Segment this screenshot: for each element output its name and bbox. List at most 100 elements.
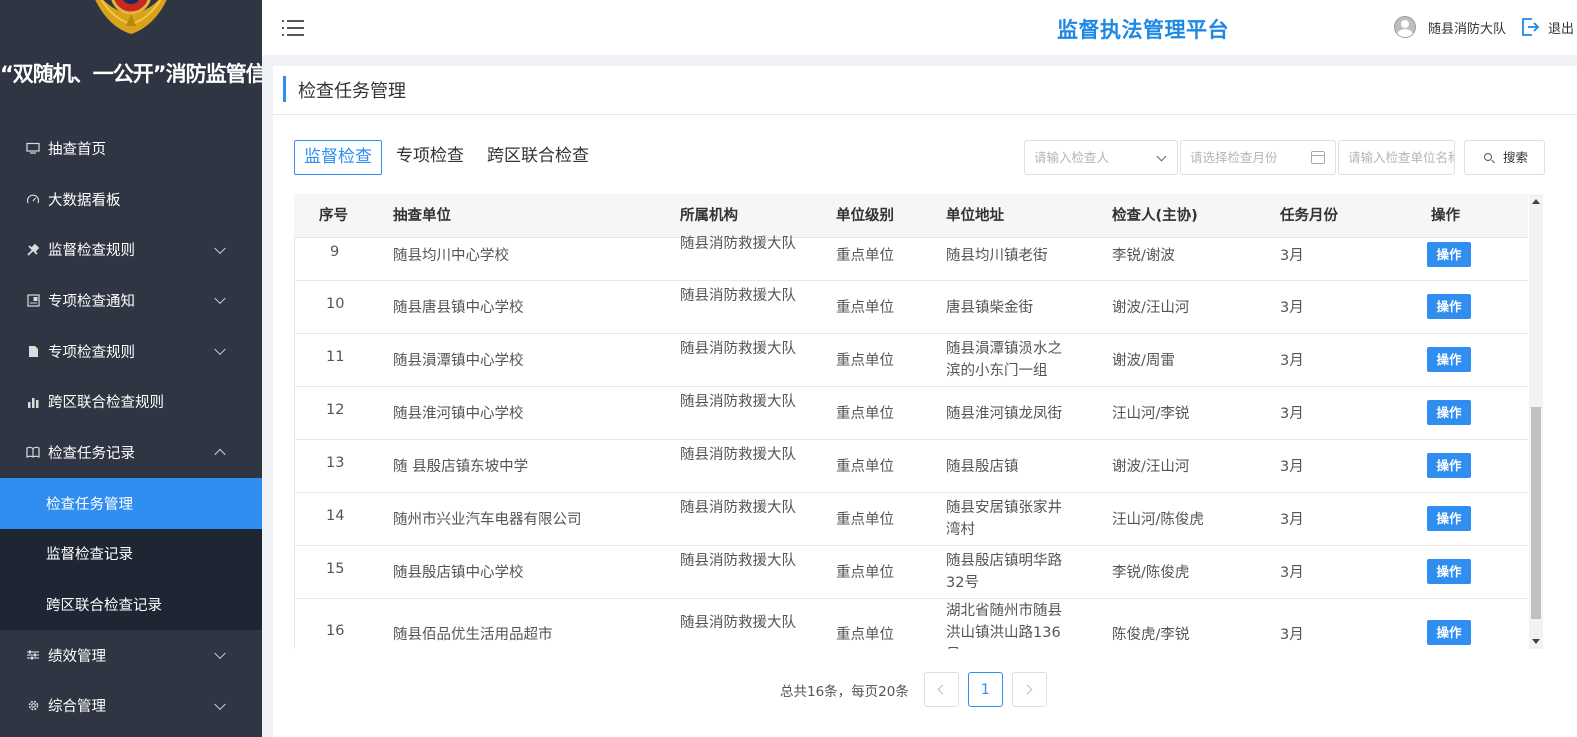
scroll-down-arrow-icon[interactable]: [1532, 639, 1540, 644]
cell-inspector: 谢波/汪山河: [1112, 300, 1190, 316]
operate-button[interactable]: 操作: [1427, 559, 1471, 584]
cell-org: 随县消防救援大队: [680, 394, 796, 410]
cell-org: 随县消防救援大队: [680, 236, 796, 252]
search-label: 搜索: [1503, 150, 1529, 165]
chevron-up-icon: [214, 449, 226, 461]
cell-org: 随县消防救援大队: [680, 500, 796, 516]
operate-button[interactable]: 操作: [1427, 453, 1471, 478]
sidebar-item-label: 跨区联合检查规则: [48, 395, 164, 412]
sidebar-item-label: 专项检查通知: [48, 293, 135, 310]
sidebar-item-special-rules[interactable]: 专项检查规则: [0, 326, 262, 377]
cell-org: 随县消防救援大队: [680, 341, 796, 357]
cell-address: 随县安居镇张家井湾村: [946, 500, 1062, 538]
cell-month: 3月: [1280, 300, 1304, 316]
cell-unit: 随州市兴业汽车电器有限公司: [393, 512, 582, 528]
operate-button[interactable]: 操作: [1427, 294, 1471, 319]
tab-special-inspection[interactable]: 专项检查: [396, 140, 464, 175]
chevron-down-icon: [214, 242, 226, 254]
sidebar-item-performance[interactable]: 绩效管理: [0, 630, 262, 681]
page-number-button[interactable]: 1: [967, 672, 1003, 707]
sidebar-item-label: 绩效管理: [48, 648, 106, 665]
sidebar-item-bigdata[interactable]: 大数据看板: [0, 174, 262, 225]
sidebar-item-label: 专项检查规则: [48, 344, 135, 361]
pagination: 总共16条，每页20条 1: [780, 672, 1056, 707]
operate-button[interactable]: 操作: [1427, 242, 1471, 267]
cell-level: 重点单位: [836, 248, 894, 264]
operate-button[interactable]: 操作: [1427, 347, 1471, 372]
sidebar-subitem-task-management[interactable]: 检查任务管理: [0, 477, 262, 529]
sliders-icon: [24, 648, 42, 662]
cell-month: 3月: [1280, 248, 1304, 264]
calendar-icon: [1311, 151, 1325, 164]
sidebar-subitem-supervision-records[interactable]: 监督检查记录: [0, 529, 262, 580]
cell-level: 重点单位: [836, 300, 894, 316]
sidebar-item-special-notice[interactable]: 专项检查通知: [0, 275, 262, 326]
cell-no: 12: [326, 402, 345, 418]
logo-area: “双随机、一公开”消防监管信息系统: [0, 0, 262, 120]
cell-level: 重点单位: [836, 406, 894, 422]
table-scrollbar[interactable]: [1529, 194, 1543, 649]
cell-unit: 随县淮河镇中心学校: [393, 406, 524, 422]
month-picker[interactable]: 请选择检查月份: [1180, 140, 1336, 175]
scroll-up-arrow-icon[interactable]: [1532, 199, 1540, 204]
user-area: 随县消防大队 退出: [1394, 16, 1574, 38]
gear-icon: [24, 699, 42, 713]
cell-address: 随县溳潭镇涢水之滨的小东门一组: [946, 341, 1062, 379]
search-button[interactable]: 搜索: [1464, 140, 1545, 175]
sidebar-item-cross-region-rules[interactable]: 跨区联合检查规则: [0, 376, 262, 427]
table-row: 12 随县淮河镇中心学校 随县消防救援大队 重点单位 随县淮河镇龙凤街 汪山河/…: [294, 387, 1528, 440]
operate-button[interactable]: 操作: [1427, 400, 1471, 425]
logout-icon[interactable]: [1520, 17, 1540, 37]
sidebar-menu-bottom: 绩效管理 综合管理: [0, 630, 262, 731]
tab-cross-region-inspection[interactable]: 跨区联合检查: [487, 140, 589, 175]
operate-button[interactable]: 操作: [1427, 506, 1471, 531]
dashboard-gauge-icon: [24, 192, 42, 206]
tools-icon: [24, 243, 42, 257]
cell-no: 10: [326, 296, 345, 312]
chevron-down-icon: [214, 293, 226, 305]
sidebar-item-comprehensive[interactable]: 综合管理: [0, 681, 262, 732]
scrollbar-thumb[interactable]: [1531, 407, 1541, 619]
cell-unit: 随县均川中心学校: [393, 248, 509, 264]
next-page-button[interactable]: [1011, 672, 1047, 707]
cell-level: 重点单位: [836, 565, 894, 581]
inspector-select[interactable]: 请输入检查人: [1024, 140, 1178, 175]
unit-search-input[interactable]: 请输入检查单位名称: [1338, 140, 1455, 175]
chevron-right-icon: [1022, 684, 1033, 695]
cell-month: 3月: [1280, 353, 1304, 369]
cell-unit: 随县佰品优生活用品超市: [393, 627, 553, 643]
main-content: 检查任务管理 监督检查 专项检查 跨区联合检查 请输入检查人 请选择检查月份 请…: [273, 66, 1577, 737]
menu-toggle-icon[interactable]: [282, 19, 304, 37]
unit-placeholder: 请输入检查单位名称: [1348, 150, 1455, 165]
submenu-task-records: 检查任务管理 监督检查记录 跨区联合检查记录: [0, 477, 262, 630]
sidebar-item-task-records[interactable]: 检查任务记录: [0, 427, 262, 478]
sidebar-subitem-cross-region-records[interactable]: 跨区联合检查记录: [0, 579, 262, 630]
cell-month: 3月: [1280, 406, 1304, 422]
user-name: 随县消防大队: [1428, 21, 1507, 37]
document-icon: [24, 344, 42, 358]
table-row: 11 随县溳潭镇中心学校 随县消防救援大队 重点单位 随县溳潭镇涢水之滨的小东门…: [294, 334, 1528, 387]
operate-button[interactable]: 操作: [1427, 620, 1471, 645]
prev-page-button[interactable]: [923, 672, 959, 707]
cell-inspector: 李锐/陈俊虎: [1112, 565, 1190, 581]
inspector-placeholder: 请输入检查人: [1034, 150, 1110, 165]
logout-button[interactable]: 退出: [1548, 18, 1574, 37]
sidebar-item-home[interactable]: 抽查首页: [0, 123, 262, 174]
cell-address: 随县殷店镇明华路32号: [946, 553, 1062, 591]
cell-inspector: 陈俊虎/李锐: [1112, 627, 1190, 643]
table-row: 16 随县佰品优生活用品超市 随县消防救援大队 重点单位 湖北省随州市随县洪山镇…: [294, 599, 1528, 649]
cell-address: 随县殷店镇: [946, 459, 1019, 475]
avatar[interactable]: [1394, 16, 1416, 38]
table-row: 15 随县殷店镇中心学校 随县消防救援大队 重点单位 随县殷店镇明华路32号 李…: [294, 546, 1528, 599]
cell-level: 重点单位: [836, 353, 894, 369]
cell-inspector: 李锐/谢波: [1112, 248, 1175, 264]
tab-supervision-inspection[interactable]: 监督检查: [294, 140, 382, 175]
bar-chart-icon: [24, 395, 42, 409]
cell-no: 14: [326, 508, 345, 524]
sidebar-item-supervision-rules[interactable]: 监督检查规则: [0, 224, 262, 275]
chevron-left-icon: [937, 684, 948, 695]
fire-emblem-logo: [95, 0, 167, 34]
sidebar: “双随机、一公开”消防监管信息系统 抽查首页 大数据看板 监督检查规则: [0, 0, 262, 737]
cell-address: 湖北省随州市随县洪山镇洪山路136号: [946, 603, 1062, 649]
toolbar: 监督检查 专项检查 跨区联合检查 请输入检查人 请选择检查月份 请输入检查单位名…: [294, 140, 1564, 176]
